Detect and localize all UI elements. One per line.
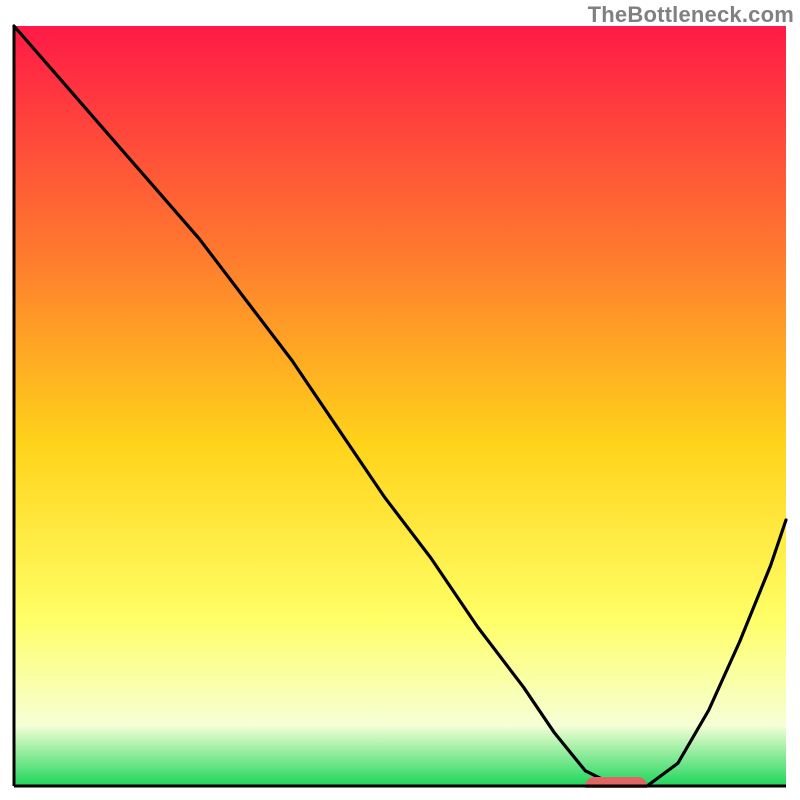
- chart-stage: TheBottleneck.com: [0, 0, 800, 800]
- plot-area: [12, 24, 788, 788]
- bottleneck-chart: [12, 24, 788, 788]
- gradient-background: [14, 26, 786, 786]
